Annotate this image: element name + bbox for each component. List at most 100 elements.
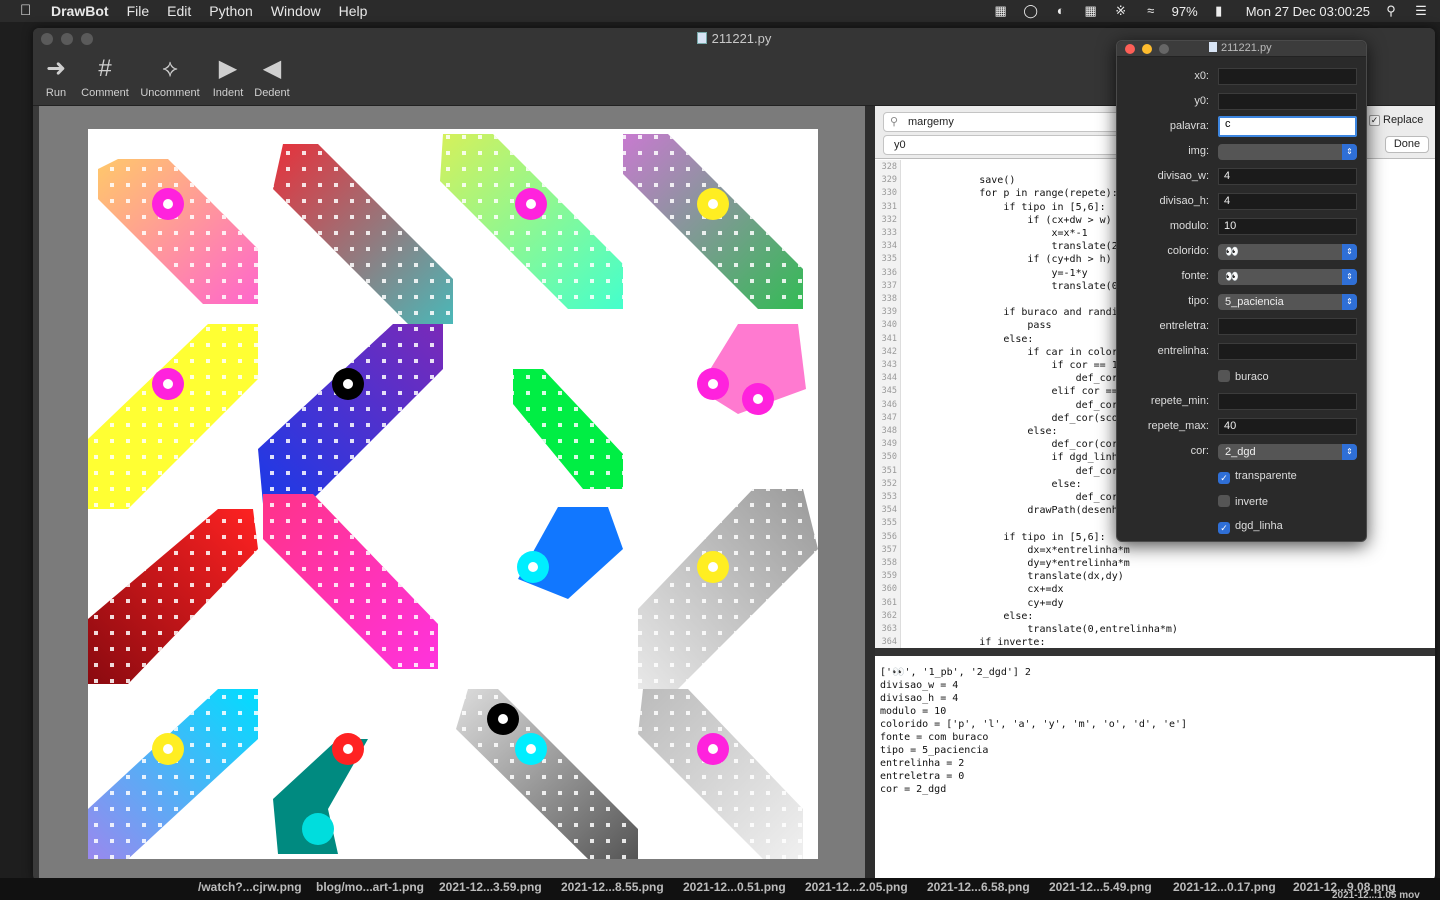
code-line: cx+=dx [907, 584, 1064, 596]
close-panel-button[interactable] [1125, 44, 1135, 54]
desktop-file[interactable]: blog/mo...art-1.png [316, 880, 424, 894]
buraco-checkbox[interactable]: buraco [1218, 370, 1269, 384]
output-line: tipo = 5_paciencia [880, 745, 989, 756]
menu-python[interactable]: Python [200, 0, 262, 22]
find-input[interactable]: ⚲ margemy [883, 112, 1123, 132]
img-select[interactable]: ⇕ [1218, 144, 1357, 160]
minimize-panel-button[interactable] [1142, 44, 1152, 54]
replace-input-text: y0 [894, 139, 906, 151]
line-number: 344 [881, 373, 897, 384]
status-app-icon[interactable]: ▦ [992, 3, 1010, 19]
cor-select[interactable]: 2_dgd ⇕ [1218, 444, 1357, 460]
desktop-file[interactable]: 2021-12...1.05 mov [1332, 890, 1420, 900]
menu-app-drawbot[interactable]: DrawBot [42, 0, 118, 22]
repete-min-field[interactable] [1218, 393, 1357, 410]
line-number: 347 [881, 412, 897, 423]
line-number: 338 [881, 294, 897, 304]
code-line: if (cx+dw > w) [907, 214, 1112, 226]
palavra-field[interactable]: c [1218, 116, 1357, 137]
comment-icon: # [98, 55, 112, 82]
tipo-select[interactable]: 5_paciencia ⇕ [1218, 294, 1357, 310]
dgd-linha-checkbox[interactable]: ✓ dgd_linha [1218, 520, 1283, 534]
repete-max-field[interactable]: 40 [1218, 418, 1357, 435]
output-line: ['👀', '1_pb', '2_dgd'] 2 [880, 667, 1031, 678]
contrast-icon[interactable]: ◐ [1052, 3, 1070, 19]
divisao-h-label: divisao_h: [1159, 195, 1209, 207]
calendar-icon[interactable]: ▦ [1082, 3, 1100, 19]
dgd-linha-label: dgd_linha [1235, 520, 1283, 532]
divisao-h-field[interactable]: 4 [1218, 193, 1357, 210]
palavra-label: palavra: [1169, 120, 1209, 132]
desktop-file[interactable]: 2021-12...5.49.png [1049, 880, 1152, 894]
line-number: 336 [881, 267, 897, 278]
entreletra-label: entreletra: [1159, 320, 1209, 332]
output-line: entrelinha = 2 [880, 758, 965, 769]
bluetooth-icon[interactable]: ※ [1112, 3, 1130, 19]
buraco-label: buraco [1235, 371, 1269, 383]
code-line: if cor == 1 [907, 360, 1118, 371]
menu-help[interactable]: Help [330, 0, 377, 22]
battery-percent: 97% [1171, 3, 1198, 19]
menu-bar:  DrawBot File Edit Python Window Help ▦… [0, 0, 1440, 22]
code-line: else: [907, 610, 1034, 622]
replace-label: Replace [1383, 114, 1424, 126]
desktop-file[interactable]: 2021-12...0.17.png [1173, 880, 1276, 894]
code-line: translate(dx,dy) [907, 571, 1124, 583]
notification-center-icon[interactable]: ☰ [1412, 3, 1430, 19]
code-line: else: [907, 426, 1058, 437]
x0-field[interactable] [1218, 68, 1357, 85]
desktop-file[interactable]: 2021-12...0.51.png [683, 880, 786, 894]
desktop-file[interactable]: 2021-12...3.59.png [439, 880, 542, 894]
menu-window[interactable]: Window [262, 0, 330, 22]
clock[interactable]: Mon 27 Dec 03:00:25 [1246, 4, 1370, 19]
search-icon: ⚲ [890, 116, 899, 128]
colorido-select[interactable]: 👀 ⇕ [1218, 244, 1357, 260]
code-line: for p in range(repete): [907, 188, 1118, 200]
line-number: 333 [881, 228, 897, 238]
replace-input[interactable]: y0 [883, 135, 1123, 155]
menu-edit[interactable]: Edit [158, 0, 200, 22]
document-icon [696, 32, 707, 44]
spotlight-search-icon[interactable]: ⚲ [1382, 3, 1400, 19]
wifi-icon[interactable]: ≈ [1142, 3, 1160, 19]
inverte-checkbox[interactable]: inverte [1218, 495, 1268, 509]
creative-cloud-icon[interactable]: ◯ [1022, 3, 1040, 19]
battery-icon[interactable]: ▮ [1210, 3, 1228, 19]
dedent-button[interactable]: ◀ Dedent [237, 54, 307, 99]
zoom-panel-button[interactable] [1159, 44, 1169, 54]
menu-file[interactable]: File [118, 0, 159, 22]
divisao-w-field[interactable]: 4 [1218, 168, 1357, 185]
code-line: drawPath(desenh [907, 505, 1118, 517]
line-number: 361 [881, 597, 897, 608]
desktop-file[interactable]: /watch?...cjrw.png [198, 880, 302, 894]
desktop-file[interactable]: 2021-12...6.58.png [927, 880, 1030, 894]
cor-select-value: 2_dgd [1225, 446, 1256, 458]
entrelinha-field[interactable] [1218, 343, 1357, 360]
line-number: 331 [881, 201, 897, 212]
entreletra-field[interactable] [1218, 318, 1357, 335]
editor-output-divider[interactable] [875, 648, 1435, 656]
line-number: 340 [881, 320, 897, 331]
y0-field[interactable] [1218, 93, 1357, 110]
apple-logo-icon[interactable]:  [20, 3, 36, 19]
replace-checkbox[interactable]: ✓ Replace [1369, 114, 1423, 126]
fonte-select-value: 👀 [1225, 271, 1239, 283]
split-view-divider[interactable] [865, 106, 875, 881]
line-number: 351 [881, 465, 897, 476]
comment-button[interactable]: # Comment [70, 54, 140, 99]
desktop-file[interactable]: 2021-12...2.05.png [805, 880, 908, 894]
transparente-checkbox[interactable]: ✓ transparente [1218, 470, 1297, 484]
code-line: if (cy+dh > h) [907, 254, 1112, 266]
done-button[interactable]: Done [1385, 136, 1429, 153]
select-arrows-icon: ⇕ [1342, 294, 1357, 310]
desktop-file[interactable]: 2021-12...8.55.png [561, 880, 664, 894]
canvas-view[interactable] [39, 106, 865, 881]
output-line: colorido = ['p', 'l', 'a', 'y', 'm', 'o'… [880, 719, 1188, 730]
fonte-select[interactable]: 👀 ⇕ [1218, 269, 1357, 285]
code-line: if car in color [907, 346, 1118, 358]
code-line: if tipo in [5,6]: [907, 531, 1106, 543]
code-line: def_cor [907, 373, 1118, 385]
dedent-icon: ◀ [262, 55, 282, 82]
modulo-field[interactable]: 10 [1218, 218, 1357, 235]
artwork-shapes [88, 134, 818, 859]
